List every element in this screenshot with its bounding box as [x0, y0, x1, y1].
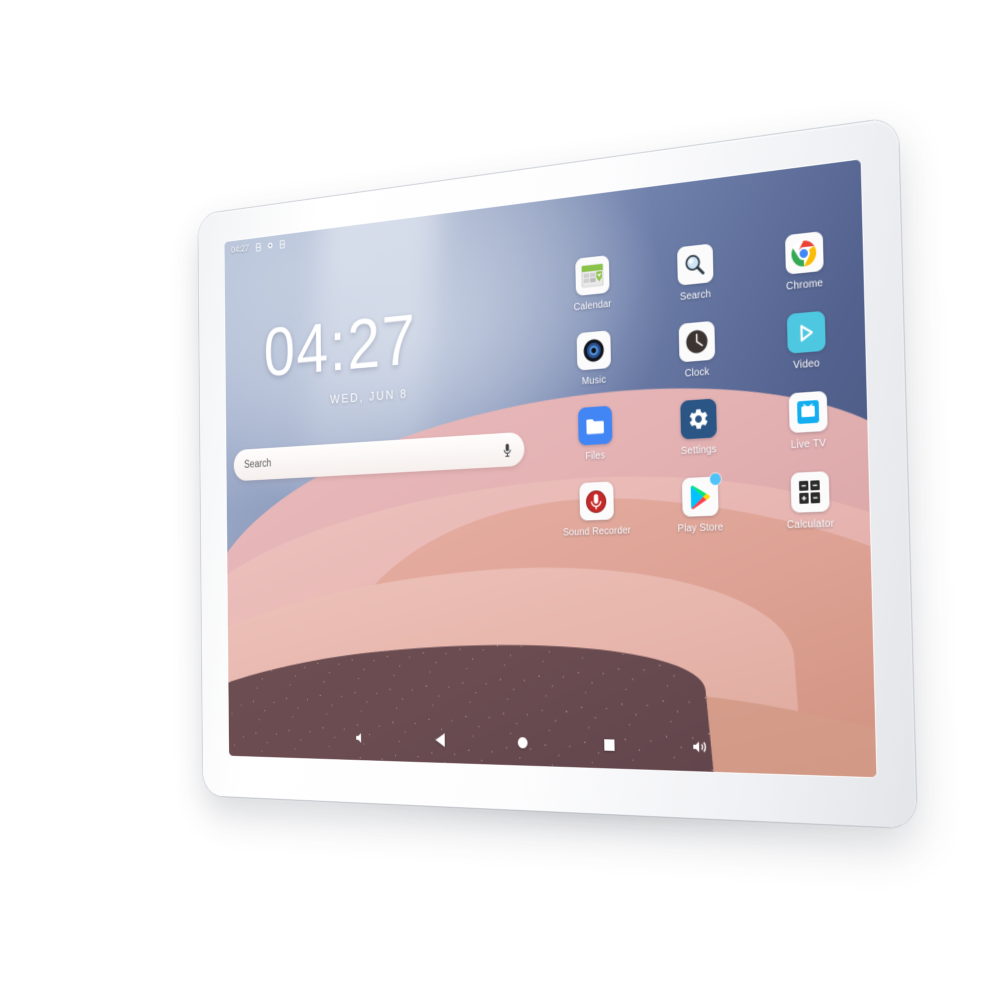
battery-icon: [279, 239, 285, 248]
sim-icon: [255, 242, 261, 251]
app-sound-recorder[interactable]: Sound Recorder: [546, 480, 648, 539]
app-play-store[interactable]: Play Store: [647, 473, 755, 536]
gear-icon[interactable]: [679, 398, 717, 440]
screenshot-stage: 04:27 04:27 WED, JUN 8 Search Calendar S…: [0, 0, 1000, 1000]
clock-widget-time: 04:27: [263, 298, 418, 392]
search-input[interactable]: Search: [244, 444, 503, 471]
volume-up-icon[interactable]: [689, 735, 711, 759]
app-label: Clock: [684, 366, 710, 380]
app-label: Calculator: [786, 517, 835, 532]
app-label: Search: [679, 288, 712, 304]
folder-icon[interactable]: [577, 405, 612, 446]
volume-down-icon[interactable]: [352, 727, 370, 749]
app-clock[interactable]: Clock: [644, 318, 751, 383]
microphone-icon[interactable]: [502, 442, 512, 457]
play-store-icon[interactable]: [681, 473, 721, 517]
app-search[interactable]: Search: [642, 239, 749, 306]
app-calendar[interactable]: Calendar: [542, 251, 643, 316]
record-mic-icon[interactable]: [578, 481, 614, 521]
app-label: Play Store: [677, 521, 724, 535]
app-label: Video: [793, 357, 820, 372]
app-calculator[interactable]: Calculator: [753, 469, 868, 532]
app-video[interactable]: Video: [750, 307, 864, 374]
calculator-icon[interactable]: [790, 471, 830, 513]
app-label: Settings: [680, 443, 717, 458]
app-music[interactable]: Music: [544, 327, 645, 390]
wallpaper-dune-right: [440, 659, 877, 778]
app-grid: Calendar Search Chrome Music Clock Video…: [542, 227, 868, 539]
video-play-icon[interactable]: [786, 310, 826, 354]
calendar-icon[interactable]: [574, 255, 610, 297]
tablet-screen[interactable]: 04:27 04:27 WED, JUN 8 Search Calendar S…: [224, 159, 877, 778]
notification-badge: [709, 473, 721, 486]
magnifier-icon[interactable]: [676, 243, 714, 286]
music-icon[interactable]: [576, 330, 611, 371]
status-bar-time: 04:27: [231, 243, 250, 256]
app-label: Calendar: [573, 298, 612, 314]
tablet-device: 04:27 04:27 WED, JUN 8 Search Calendar S…: [198, 117, 917, 844]
home-icon[interactable]: [512, 731, 532, 754]
app-files[interactable]: Files: [545, 403, 646, 464]
app-label: Files: [585, 450, 606, 463]
app-label: Music: [581, 374, 607, 388]
clock-icon[interactable]: [678, 320, 715, 363]
chrome-icon[interactable]: [784, 231, 824, 275]
back-icon[interactable]: [430, 729, 449, 751]
app-chrome[interactable]: Chrome: [748, 227, 862, 297]
recents-icon[interactable]: [599, 733, 620, 756]
clock-widget[interactable]: 04:27 WED, JUN 8: [263, 298, 418, 411]
app-label: Chrome: [785, 277, 824, 293]
screen-frame: 04:27 04:27 WED, JUN 8 Search Calendar S…: [224, 159, 877, 778]
app-label: Live TV: [790, 437, 827, 452]
location-icon: [267, 241, 273, 249]
